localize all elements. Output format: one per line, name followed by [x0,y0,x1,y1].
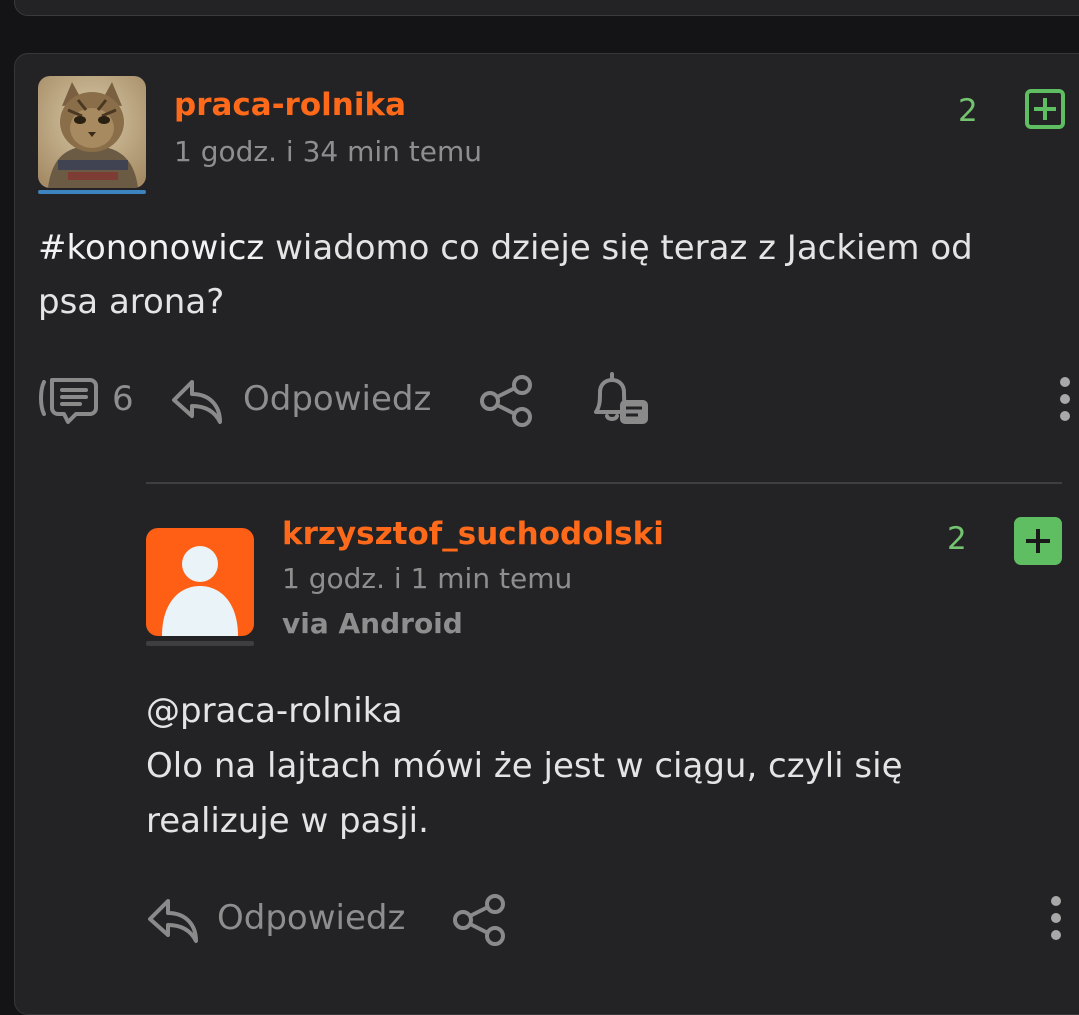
reply-arrow-icon [172,380,222,424]
post-body: #kononowicz wiadomo co dzieje się teraz … [38,221,1038,329]
post-more-button[interactable] [1060,377,1070,421]
reply-arrow-icon [148,899,198,943]
reply-score: 2 [947,521,967,557]
reply-via-label: via Android [282,607,463,640]
avatar-underline [38,190,146,194]
reply-author-avatar[interactable] [146,528,254,636]
reply-body: @praca-rolnika Olo na lajtach mówi że je… [146,684,1026,849]
plus-icon [1034,98,1056,120]
comments-count[interactable]: 6 [112,379,134,419]
previous-entry-card [14,0,1079,16]
more-vertical-icon [1051,896,1061,906]
share-button[interactable] [478,374,536,428]
post-score: 2 [958,93,978,129]
reply-upvote-button[interactable] [1014,517,1062,565]
reply-more-button[interactable] [1051,896,1061,940]
reply-share-button[interactable] [451,893,509,947]
more-vertical-icon [1060,377,1070,387]
author-avatar[interactable] [38,76,146,188]
cat-avatar-image [38,76,146,188]
share-icon [480,375,532,427]
mention-link[interactable]: @praca-rolnika [146,684,1026,739]
hashtag-link[interactable]: #kononowicz [38,228,264,268]
comments-button[interactable] [38,376,98,426]
reply-reply-button[interactable] [146,895,202,945]
comments-icon [39,378,98,424]
bell-notification-icon [594,372,648,424]
comment-divider [146,482,1062,484]
reply-reply-label[interactable]: Odpowiedz [217,898,405,938]
post-timestamp[interactable]: 1 godz. i 34 min temu [174,135,482,168]
plus-icon [1026,529,1050,553]
user-silhouette-icon [162,546,238,636]
reply-timestamp[interactable]: 1 godz. i 1 min temu [282,562,572,595]
reply-avatar-underline [146,641,254,646]
reply-button[interactable] [170,376,226,426]
reply-label[interactable]: Odpowiedz [243,379,431,419]
notify-button[interactable] [592,372,652,428]
reply-body-text: Olo na lajtach mówi że jest w ciągu, czy… [146,746,903,841]
share-icon [453,894,505,946]
reply-author-name[interactable]: krzysztof_suchodolski [282,516,664,552]
post-author-name[interactable]: praca-rolnika [174,87,406,123]
upvote-button[interactable] [1025,89,1065,129]
